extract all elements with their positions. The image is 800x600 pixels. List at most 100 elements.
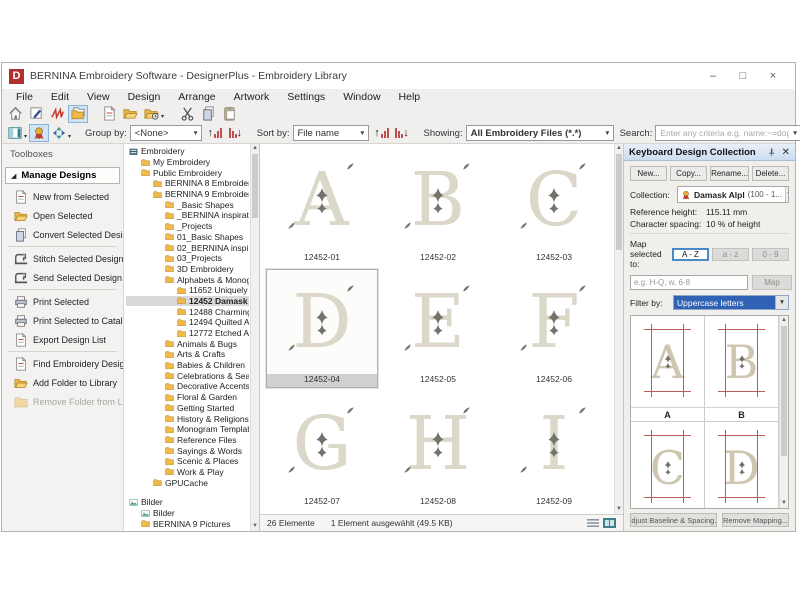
- menu-item-artwork[interactable]: Artwork: [225, 91, 279, 103]
- tree-item[interactable]: Alphabets & Monograms: [126, 274, 249, 285]
- collection-select[interactable]: Damask Alpl (100 - 1... ▼: [677, 186, 789, 203]
- embroidery-library-button[interactable]: [68, 105, 88, 123]
- toolbox-item-open-selected[interactable]: Open Selected: [2, 206, 123, 225]
- maximize-button[interactable]: □: [728, 64, 758, 88]
- design-thumbnail[interactable]: C12452-03: [498, 147, 610, 266]
- home-button[interactable]: [5, 105, 25, 123]
- sort-by-select[interactable]: File name▼: [293, 125, 369, 141]
- menu-item-arrange[interactable]: Arrange: [169, 91, 224, 103]
- tree-item[interactable]: Bilder: [126, 497, 249, 508]
- scrollbar-thumb[interactable]: [781, 326, 787, 456]
- minimize-button[interactable]: –: [698, 64, 728, 88]
- map-uppercase-button[interactable]: A - Z: [672, 248, 709, 261]
- scrollbar-thumb[interactable]: [616, 154, 622, 250]
- tree-item[interactable]: Babies & Children: [126, 360, 249, 371]
- sort-ascending-button[interactable]: ↑: [372, 124, 392, 142]
- map-lowercase-button[interactable]: a - z: [712, 248, 749, 261]
- delete-collection-button[interactable]: Delete...: [752, 166, 789, 181]
- tree-item[interactable]: 03_Projects: [126, 253, 249, 264]
- tree-item[interactable]: 12494 Quilted Alphabe: [126, 317, 249, 328]
- chevron-down-icon[interactable]: ▾: [68, 133, 71, 140]
- copy-button[interactable]: [198, 105, 218, 123]
- map-digits-button[interactable]: 0 - 9: [752, 248, 789, 261]
- scroll-down-icon[interactable]: ▼: [780, 499, 788, 508]
- toolbox-item-add-folder[interactable]: Add Folder to Library: [2, 373, 123, 392]
- tree-item[interactable]: _Basic Shapes: [126, 199, 249, 210]
- menu-item-file[interactable]: File: [7, 91, 42, 103]
- tree-item[interactable]: Public Embroidery: [126, 167, 249, 178]
- tree-item[interactable]: Dieser PC: [126, 529, 249, 531]
- tree-item-selected[interactable]: 12452 Damask Alpha: [126, 296, 249, 307]
- thumbnail-view-icon[interactable]: [603, 518, 616, 528]
- letter-cell[interactable]: DD: [705, 422, 779, 509]
- design-thumbnail[interactable]: J: [266, 512, 378, 514]
- list-view-icon[interactable]: [587, 518, 599, 528]
- menu-item-settings[interactable]: Settings: [278, 91, 334, 103]
- toolbox-item-print-selected[interactable]: Print Selected: [2, 292, 123, 311]
- toolbox-item-send-to-machine[interactable]: Send Selected Design to BER...: [2, 268, 123, 287]
- design-thumbnail[interactable]: H12452-08: [382, 391, 494, 510]
- close-button[interactable]: ×: [758, 64, 788, 88]
- map-range-input[interactable]: [630, 275, 748, 290]
- tree-item[interactable]: BERNINA 9 Pictures: [126, 518, 249, 529]
- tree-item[interactable]: _BERNINA inspiration: [126, 210, 249, 221]
- showing-select[interactable]: All Embroidery Files (*.*)▼: [466, 125, 614, 141]
- design-thumbnail[interactable]: K: [382, 512, 494, 514]
- tree-item[interactable]: Decorative Accents: [126, 381, 249, 392]
- menu-item-window[interactable]: Window: [334, 91, 389, 103]
- new-collection-button[interactable]: New...: [630, 166, 667, 181]
- tree-item[interactable]: Arts & Crafts: [126, 349, 249, 360]
- close-panel-icon[interactable]: ✕: [782, 147, 790, 158]
- tree-item[interactable]: Monogram Template Desi: [126, 424, 249, 435]
- rename-collection-button[interactable]: Rename...: [710, 166, 749, 181]
- tree-item[interactable]: Animals & Bugs: [126, 338, 249, 349]
- tree-item[interactable]: 12772 Etched Alphabe: [126, 328, 249, 339]
- group-descending-button[interactable]: ↓: [225, 124, 245, 142]
- design-thumbnail[interactable]: E12452-05: [382, 269, 494, 388]
- tree-item[interactable]: Reference Files: [126, 435, 249, 446]
- menu-item-view[interactable]: View: [78, 91, 119, 103]
- tree-item[interactable]: Bilder: [126, 508, 249, 519]
- chevron-down-icon[interactable]: ▾: [161, 113, 164, 120]
- design-thumbnail[interactable]: F12452-06: [498, 269, 610, 388]
- tree-item[interactable]: 12488 Charming Numb: [126, 306, 249, 317]
- sort-descending-button[interactable]: ↓: [392, 124, 412, 142]
- tree-item[interactable]: Work & Play: [126, 467, 249, 478]
- toolbox-item-new-from-selected[interactable]: New from Selected: [2, 187, 123, 206]
- toolbox-item-export-design-list[interactable]: Export Design List: [2, 330, 123, 349]
- view-mode-button[interactable]: [5, 124, 25, 142]
- paste-button[interactable]: [219, 105, 239, 123]
- design-thumbnail[interactable]: G12452-07: [266, 391, 378, 510]
- embroidery-canvas-button[interactable]: [47, 105, 67, 123]
- keyboard-collection-button[interactable]: [29, 124, 49, 142]
- artwork-canvas-button[interactable]: [26, 105, 46, 123]
- letter-cell[interactable]: CC: [631, 422, 705, 509]
- tree-item[interactable]: Scenic & Places: [126, 456, 249, 467]
- letters-scrollbar[interactable]: ▲ ▼: [779, 316, 788, 508]
- toolbox-item-find-designs[interactable]: Find Embroidery Designs: [2, 354, 123, 373]
- remove-mapping-button[interactable]: Remove Mapping...: [722, 513, 789, 527]
- toolbox-item-convert-selected[interactable]: Convert Selected Designs: [2, 225, 123, 244]
- tree-item[interactable]: BERNINA 8 Embroidery: [126, 178, 249, 189]
- new-design-button[interactable]: [99, 105, 119, 123]
- map-button[interactable]: Map: [752, 275, 792, 290]
- menu-item-design[interactable]: Design: [119, 91, 170, 103]
- tree-item[interactable]: 3D Embroidery: [126, 264, 249, 275]
- tree-item[interactable]: _Projects: [126, 221, 249, 232]
- scroll-up-icon[interactable]: ▲: [780, 316, 788, 325]
- tree-item[interactable]: GPUCache: [126, 477, 249, 488]
- copy-collection-button[interactable]: Copy...: [670, 166, 707, 181]
- filter-by-select[interactable]: Uppercase letters ▼: [673, 295, 789, 310]
- letter-cell[interactable]: AA: [631, 316, 705, 422]
- search-input[interactable]: [660, 128, 789, 138]
- tree-item[interactable]: Floral & Garden: [126, 392, 249, 403]
- adjust-baseline-button[interactable]: Adjust Baseline & Spacing...: [630, 513, 717, 527]
- open-design-button[interactable]: [120, 105, 140, 123]
- grid-scrollbar[interactable]: ▲ ▼: [614, 144, 623, 514]
- letter-cell[interactable]: BB: [705, 316, 779, 422]
- scrollbar-thumb[interactable]: [252, 154, 258, 218]
- chevron-down-icon[interactable]: ▾: [24, 133, 27, 140]
- tree-item[interactable]: History & Religions: [126, 413, 249, 424]
- design-thumbnail[interactable]: A12452-01: [266, 147, 378, 266]
- group-by-select[interactable]: <None>▼: [130, 125, 202, 141]
